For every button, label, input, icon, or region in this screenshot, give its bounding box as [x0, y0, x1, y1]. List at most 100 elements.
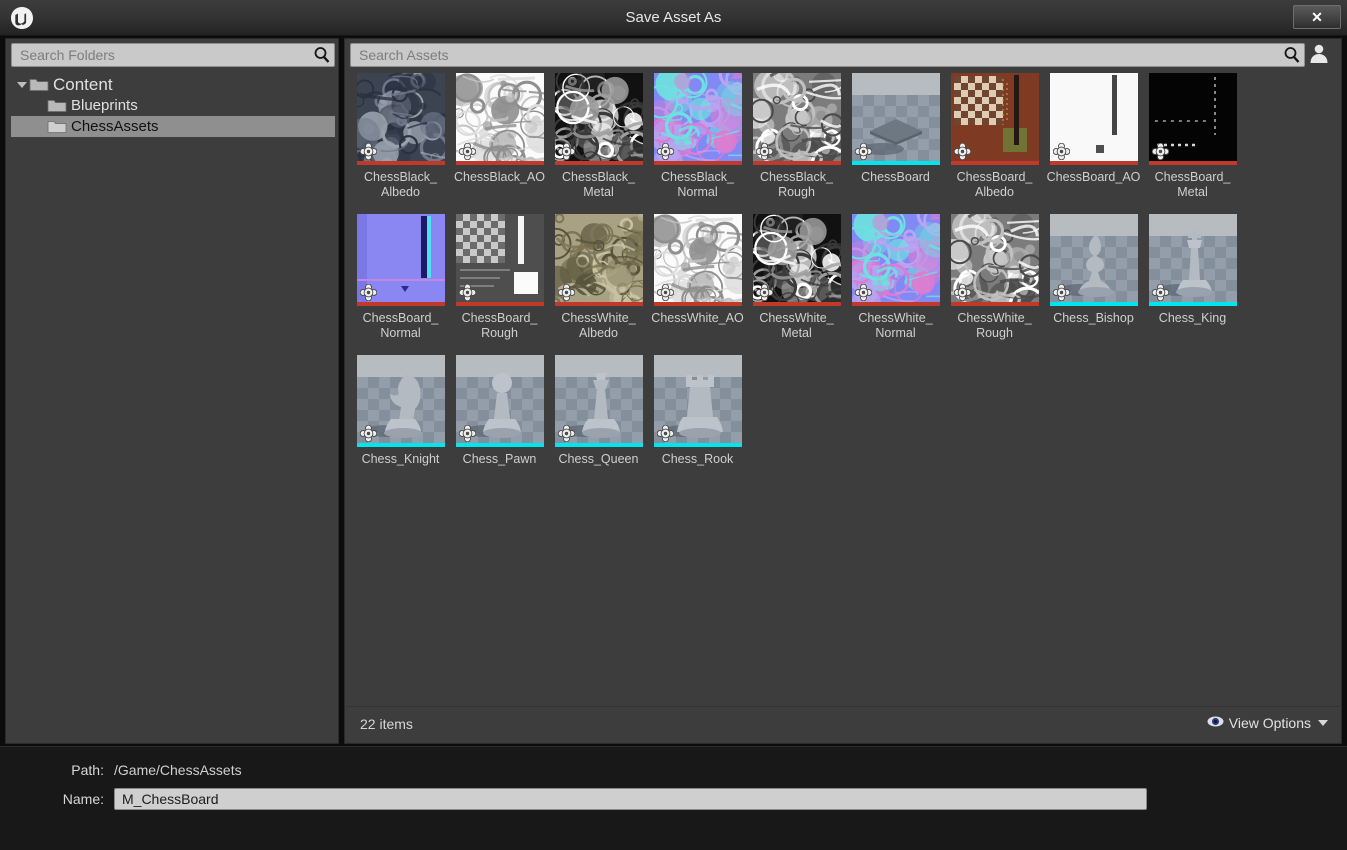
- view-options-label: View Options: [1228, 715, 1311, 731]
- asset-tile[interactable]: ChessBlack_​Rough: [747, 69, 846, 200]
- asset-name-label: ChessBlack_​Albedo: [364, 170, 437, 199]
- asset-name-label: ChessBoard: [861, 170, 930, 184]
- asset-tile[interactable]: ChessBoard_​Rough: [450, 210, 549, 341]
- folder-tree-label: Content: [53, 74, 113, 94]
- folder-tree-item-content[interactable]: Content: [11, 74, 335, 95]
- search-folders-input[interactable]: [12, 47, 310, 63]
- folders-panel: Content Blueprints ChessAssets: [5, 38, 339, 744]
- gear-icon: [656, 142, 674, 161]
- asset-name-label: ChessBoard_​Metal: [1154, 170, 1231, 199]
- gear-icon: [854, 142, 872, 161]
- asset-tile[interactable]: ChessBoard_​Metal: [1143, 69, 1242, 200]
- asset-thumbnail[interactable]: [455, 355, 544, 447]
- folder-tree-item-blueprints[interactable]: Blueprints: [11, 95, 335, 116]
- search-icon[interactable]: [1280, 44, 1304, 66]
- expander-open-icon[interactable]: [15, 78, 29, 92]
- gear-icon: [359, 424, 377, 443]
- asset-tile[interactable]: ChessBlack_​Normal: [648, 69, 747, 200]
- asset-name-label: ChessWhite_​Normal: [858, 311, 933, 340]
- asset-thumbnail[interactable]: [950, 214, 1039, 306]
- path-row: Path: /Game/ChessAssets: [52, 762, 241, 778]
- asset-type-indicator: [554, 302, 643, 306]
- asset-thumbnail[interactable]: [1148, 73, 1237, 165]
- asset-name-label: ChessBlack_​Rough: [760, 170, 833, 199]
- asset-thumbnail[interactable]: [851, 73, 940, 165]
- expander-icon[interactable]: [33, 99, 47, 113]
- gear-icon: [656, 424, 674, 443]
- asset-thumbnail[interactable]: [1148, 214, 1237, 306]
- view-options-button[interactable]: View Options: [1207, 715, 1328, 731]
- asset-thumbnail[interactable]: [554, 214, 643, 306]
- asset-tile[interactable]: ChessWhite_​Metal: [747, 210, 846, 341]
- asset-thumbnail[interactable]: [455, 73, 544, 165]
- asset-thumbnail[interactable]: [752, 73, 841, 165]
- asset-tile[interactable]: ChessBlack_​Metal: [549, 69, 648, 200]
- search-icon[interactable]: [310, 44, 334, 66]
- gear-icon: [1052, 283, 1070, 302]
- asset-type-indicator: [1049, 302, 1138, 306]
- asset-thumbnail[interactable]: [653, 214, 742, 306]
- chevron-down-icon: [1318, 720, 1328, 726]
- asset-name-label: ChessWhite_​Metal: [759, 311, 834, 340]
- asset-thumbnail[interactable]: [752, 214, 841, 306]
- asset-thumbnail[interactable]: [851, 214, 940, 306]
- asset-thumbnail[interactable]: [1049, 214, 1138, 306]
- asset-thumbnail[interactable]: [554, 355, 643, 447]
- folder-tree-label: ChessAssets: [71, 118, 159, 135]
- asset-tile[interactable]: ChessWhite_​AO: [648, 210, 747, 341]
- asset-type-indicator: [851, 161, 940, 165]
- asset-thumbnail[interactable]: [356, 214, 445, 306]
- expander-icon[interactable]: [33, 120, 47, 134]
- asset-tile[interactable]: Chess_​Rook: [648, 351, 747, 467]
- path-label: Path:: [71, 762, 104, 778]
- asset-type-indicator: [752, 302, 841, 306]
- asset-tile[interactable]: ChessBoard: [846, 69, 945, 200]
- asset-type-indicator: [356, 161, 445, 165]
- asset-thumbnail[interactable]: [356, 73, 445, 165]
- asset-tile[interactable]: ChessWhite_​Rough: [945, 210, 1044, 341]
- asset-name-label: ChessBlack_​Normal: [661, 170, 734, 199]
- asset-name-label: Chess_​Rook: [661, 452, 734, 466]
- asset-thumbnail[interactable]: [1049, 73, 1138, 165]
- gear-icon: [557, 424, 575, 443]
- search-assets-box[interactable]: [350, 43, 1305, 67]
- gear-icon: [458, 283, 476, 302]
- asset-tile[interactable]: ChessBlack_​AO: [450, 69, 549, 200]
- asset-grid: ChessBlack_​Albedo ChessBlack_​AO ChessBla…: [351, 69, 1337, 709]
- asset-tile[interactable]: Chess_​King: [1143, 210, 1242, 341]
- asset-tile[interactable]: Chess_​Bishop: [1044, 210, 1143, 341]
- folder-tree-item-chessassets[interactable]: ChessAssets: [11, 116, 335, 137]
- folder-icon: [47, 119, 67, 134]
- asset-tile[interactable]: ChessWhite_​Normal: [846, 210, 945, 341]
- asset-tile[interactable]: Chess_​Pawn: [450, 351, 549, 467]
- asset-name-label: ChessWhite_​Albedo: [561, 311, 636, 340]
- asset-tile[interactable]: ChessBoard_​AO: [1044, 69, 1143, 200]
- gear-icon: [458, 142, 476, 161]
- asset-tile[interactable]: Chess_​Knight: [351, 351, 450, 467]
- asset-thumbnail[interactable]: [653, 73, 742, 165]
- asset-thumbnail[interactable]: [950, 73, 1039, 165]
- folder-tree: Content Blueprints ChessAssets: [11, 74, 335, 137]
- asset-thumbnail[interactable]: [356, 355, 445, 447]
- asset-type-indicator: [554, 443, 643, 447]
- asset-thumbnail[interactable]: [455, 214, 544, 306]
- user-icon[interactable]: [1308, 42, 1330, 64]
- search-assets-input[interactable]: [351, 47, 1280, 63]
- asset-tile[interactable]: ChessBoard_​Normal: [351, 210, 450, 341]
- asset-tile[interactable]: ChessWhite_​Albedo: [549, 210, 648, 341]
- gear-icon: [953, 142, 971, 161]
- status-bar: 22 items View Options: [346, 706, 1340, 742]
- gear-icon: [755, 283, 773, 302]
- search-folders-box[interactable]: [11, 43, 335, 67]
- asset-thumbnail[interactable]: [653, 355, 742, 447]
- close-button[interactable]: ✕: [1293, 5, 1341, 29]
- asset-tile[interactable]: ChessBlack_​Albedo: [351, 69, 450, 200]
- asset-name-label: ChessBoard_​Albedo: [956, 170, 1033, 199]
- assets-panel: ChessBlack_​Albedo ChessBlack_​AO ChessBla…: [344, 38, 1342, 744]
- asset-tile[interactable]: Chess_​Queen: [549, 351, 648, 467]
- asset-thumbnail[interactable]: [554, 73, 643, 165]
- gear-icon: [557, 142, 575, 161]
- title-bar: Save Asset As ✕: [0, 0, 1347, 36]
- asset-tile[interactable]: ChessBoard_​Albedo: [945, 69, 1044, 200]
- asset-name-input[interactable]: [114, 788, 1147, 810]
